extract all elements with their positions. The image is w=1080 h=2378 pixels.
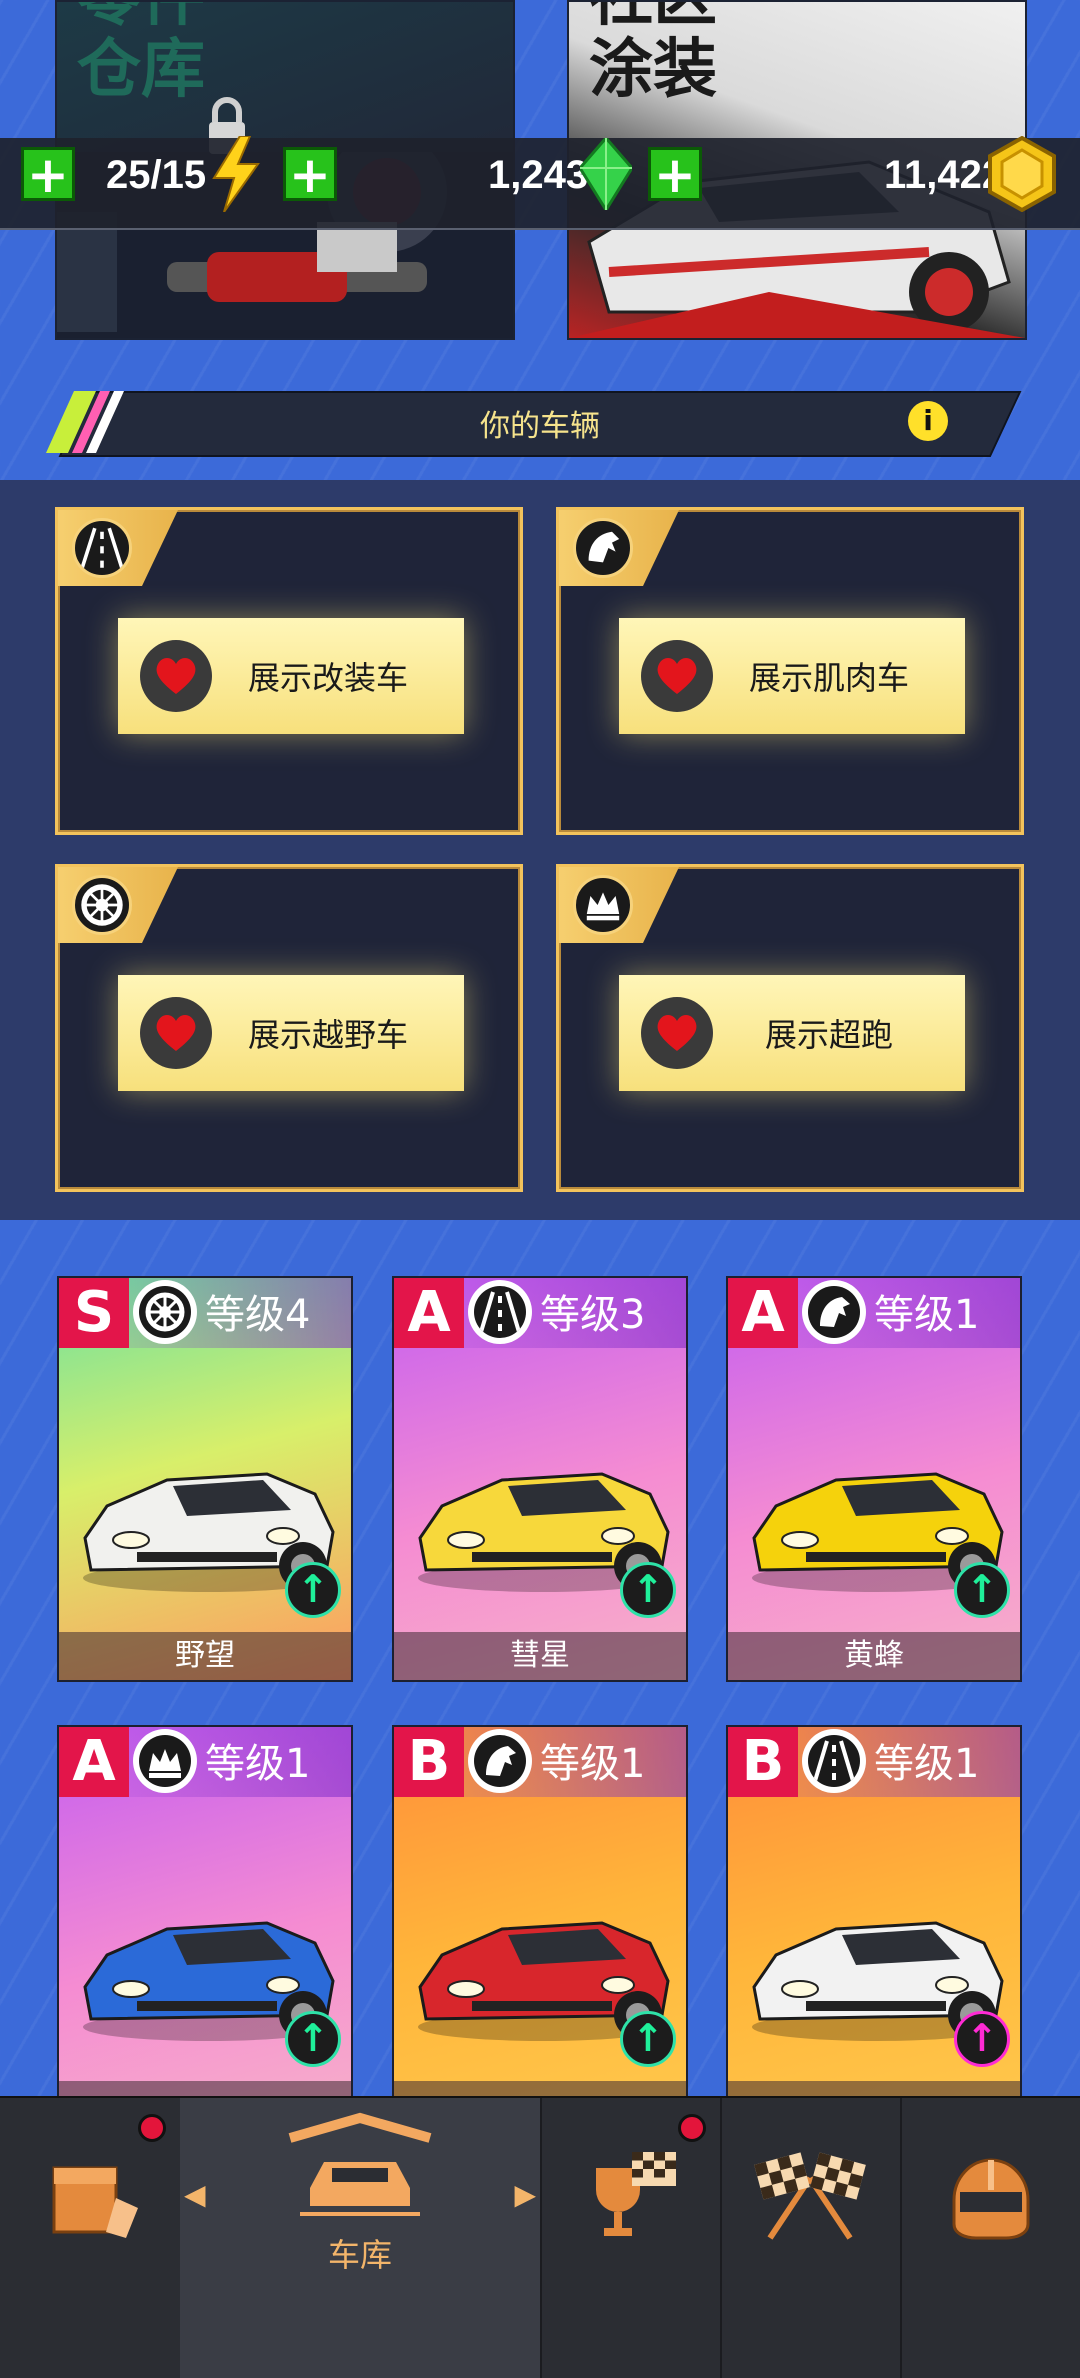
upgrade-arrow-icon[interactable]: ↑ [620,1562,676,1618]
heart-icon [657,658,697,694]
car-level: 等级4 [205,1292,311,1338]
livery-banner-title: 社区 涂装 [589,2,717,107]
road-icon [808,1735,860,1787]
car-level: 等级1 [205,1741,311,1787]
upgrade-arrow-icon[interactable]: ↑ [954,2011,1010,2067]
add-coins-button[interactable]: + [648,147,702,201]
horse-icon [474,1735,526,1787]
nav-next-arrow[interactable]: ▶ [514,2178,536,2211]
parts-banner-title: 零件 仓库 [77,2,205,107]
car-tier-badge: B [394,1727,464,1797]
car-card[interactable]: A 等级1 ↑ 黄蜂 [726,1276,1022,1682]
showcase-tuner-button[interactable]: 展示改装车 [118,618,464,734]
upgrade-arrow-icon[interactable]: ↑ [285,2011,341,2067]
lightning-icon [212,136,260,212]
car-tier-badge: B [728,1727,798,1797]
bottom-nav: ◀ 车库 ▶ [0,2096,1080,2378]
upgrade-arrow-icon[interactable]: ↑ [620,2011,676,2067]
car-card[interactable]: A 等级3 ↑ 彗星 [392,1276,688,1682]
nav-prev-arrow[interactable]: ◀ [184,2178,206,2211]
checkered-flags-icon [754,2152,866,2240]
crown-icon [139,1735,191,1787]
car-tier-badge: A [394,1278,464,1348]
heart-icon [156,658,196,694]
nav-race[interactable] [720,2098,902,2378]
heart-icon [156,1015,196,1051]
helmet-icon [952,2158,1030,2240]
car-class-badge [468,1280,532,1344]
showcase-muscle-card[interactable]: 展示肌肉车 [556,507,1024,835]
tire-icon [139,1286,191,1338]
gem-icon [580,138,632,210]
add-gems-button[interactable]: + [283,147,337,201]
horse-icon [573,518,633,578]
car-card[interactable]: B 等级1 ↑ [726,1725,1022,2131]
your-vehicles-header: 你的车辆 i [44,391,1036,457]
upgrade-arrow-icon[interactable]: ↑ [285,1562,341,1618]
car-class-badge [468,1729,532,1793]
nav-garage[interactable]: ◀ 车库 ▶ [180,2098,542,2378]
add-fuel-button[interactable]: + [21,147,75,201]
car-card[interactable]: A 等级1 ↑ [57,1725,353,2131]
coin-icon [988,136,1056,212]
nav-shop[interactable] [0,2098,182,2378]
showcase-label: 展示肌肉车 [748,659,909,697]
showcase-label: 展示改装车 [247,659,408,697]
car-level: 等级1 [874,1292,980,1338]
car-tier-badge: A [728,1278,798,1348]
gem-count: 1,243 [488,153,589,197]
crate-icon [52,2166,138,2238]
events-notification-badge [678,2114,706,2142]
showcase-offroad-card[interactable]: 展示越野车 [55,864,523,1192]
car-tier-badge: S [59,1278,129,1348]
car-tier-badge: A [59,1727,129,1797]
garage-car-icon [288,2112,432,2216]
car-card[interactable]: B 等级1 ↑ [392,1725,688,2131]
car-level: 等级1 [874,1741,980,1787]
car-level: 等级1 [540,1741,646,1787]
car-name: 黄蜂 [728,1632,1020,1680]
car-card[interactable]: S 等级4 ↑ 野望 [57,1276,353,1682]
showcase-label: 展示越野车 [247,1016,408,1054]
upgrade-arrow-icon[interactable]: ↑ [954,1562,1010,1618]
nav-garage-label: 车库 [327,2236,392,2274]
fuel-count: 25/15 [106,153,207,197]
tire-icon [72,875,132,935]
road-icon [474,1286,526,1338]
car-class-badge [802,1729,866,1793]
showcase-muscle-button[interactable]: 展示肌肉车 [619,618,965,734]
heart-icon [657,1015,697,1051]
trophy-icon [596,2152,676,2236]
section-title: 你的车辆 [480,409,600,444]
nav-events[interactable] [540,2098,722,2378]
car-class-badge [133,1729,197,1793]
crown-icon [573,875,633,935]
shop-notification-badge [138,2114,166,2142]
info-icon[interactable]: i [908,401,948,441]
showcase-supercar-button[interactable]: 展示超跑 [619,975,965,1091]
car-level: 等级3 [540,1292,646,1338]
showcase-supercar-card[interactable]: 展示超跑 [556,864,1024,1192]
car-class-badge [802,1280,866,1344]
horse-icon [808,1286,860,1338]
showcase-offroad-button[interactable]: 展示越野车 [118,975,464,1091]
car-name: 野望 [59,1632,351,1680]
car-name: 彗星 [394,1632,686,1680]
showcase-label: 展示超跑 [764,1016,893,1054]
car-class-badge [133,1280,197,1344]
nav-profile[interactable] [900,2098,1080,2378]
showcase-tuner-card[interactable]: 展示改装车 [55,507,523,835]
road-icon [72,518,132,578]
